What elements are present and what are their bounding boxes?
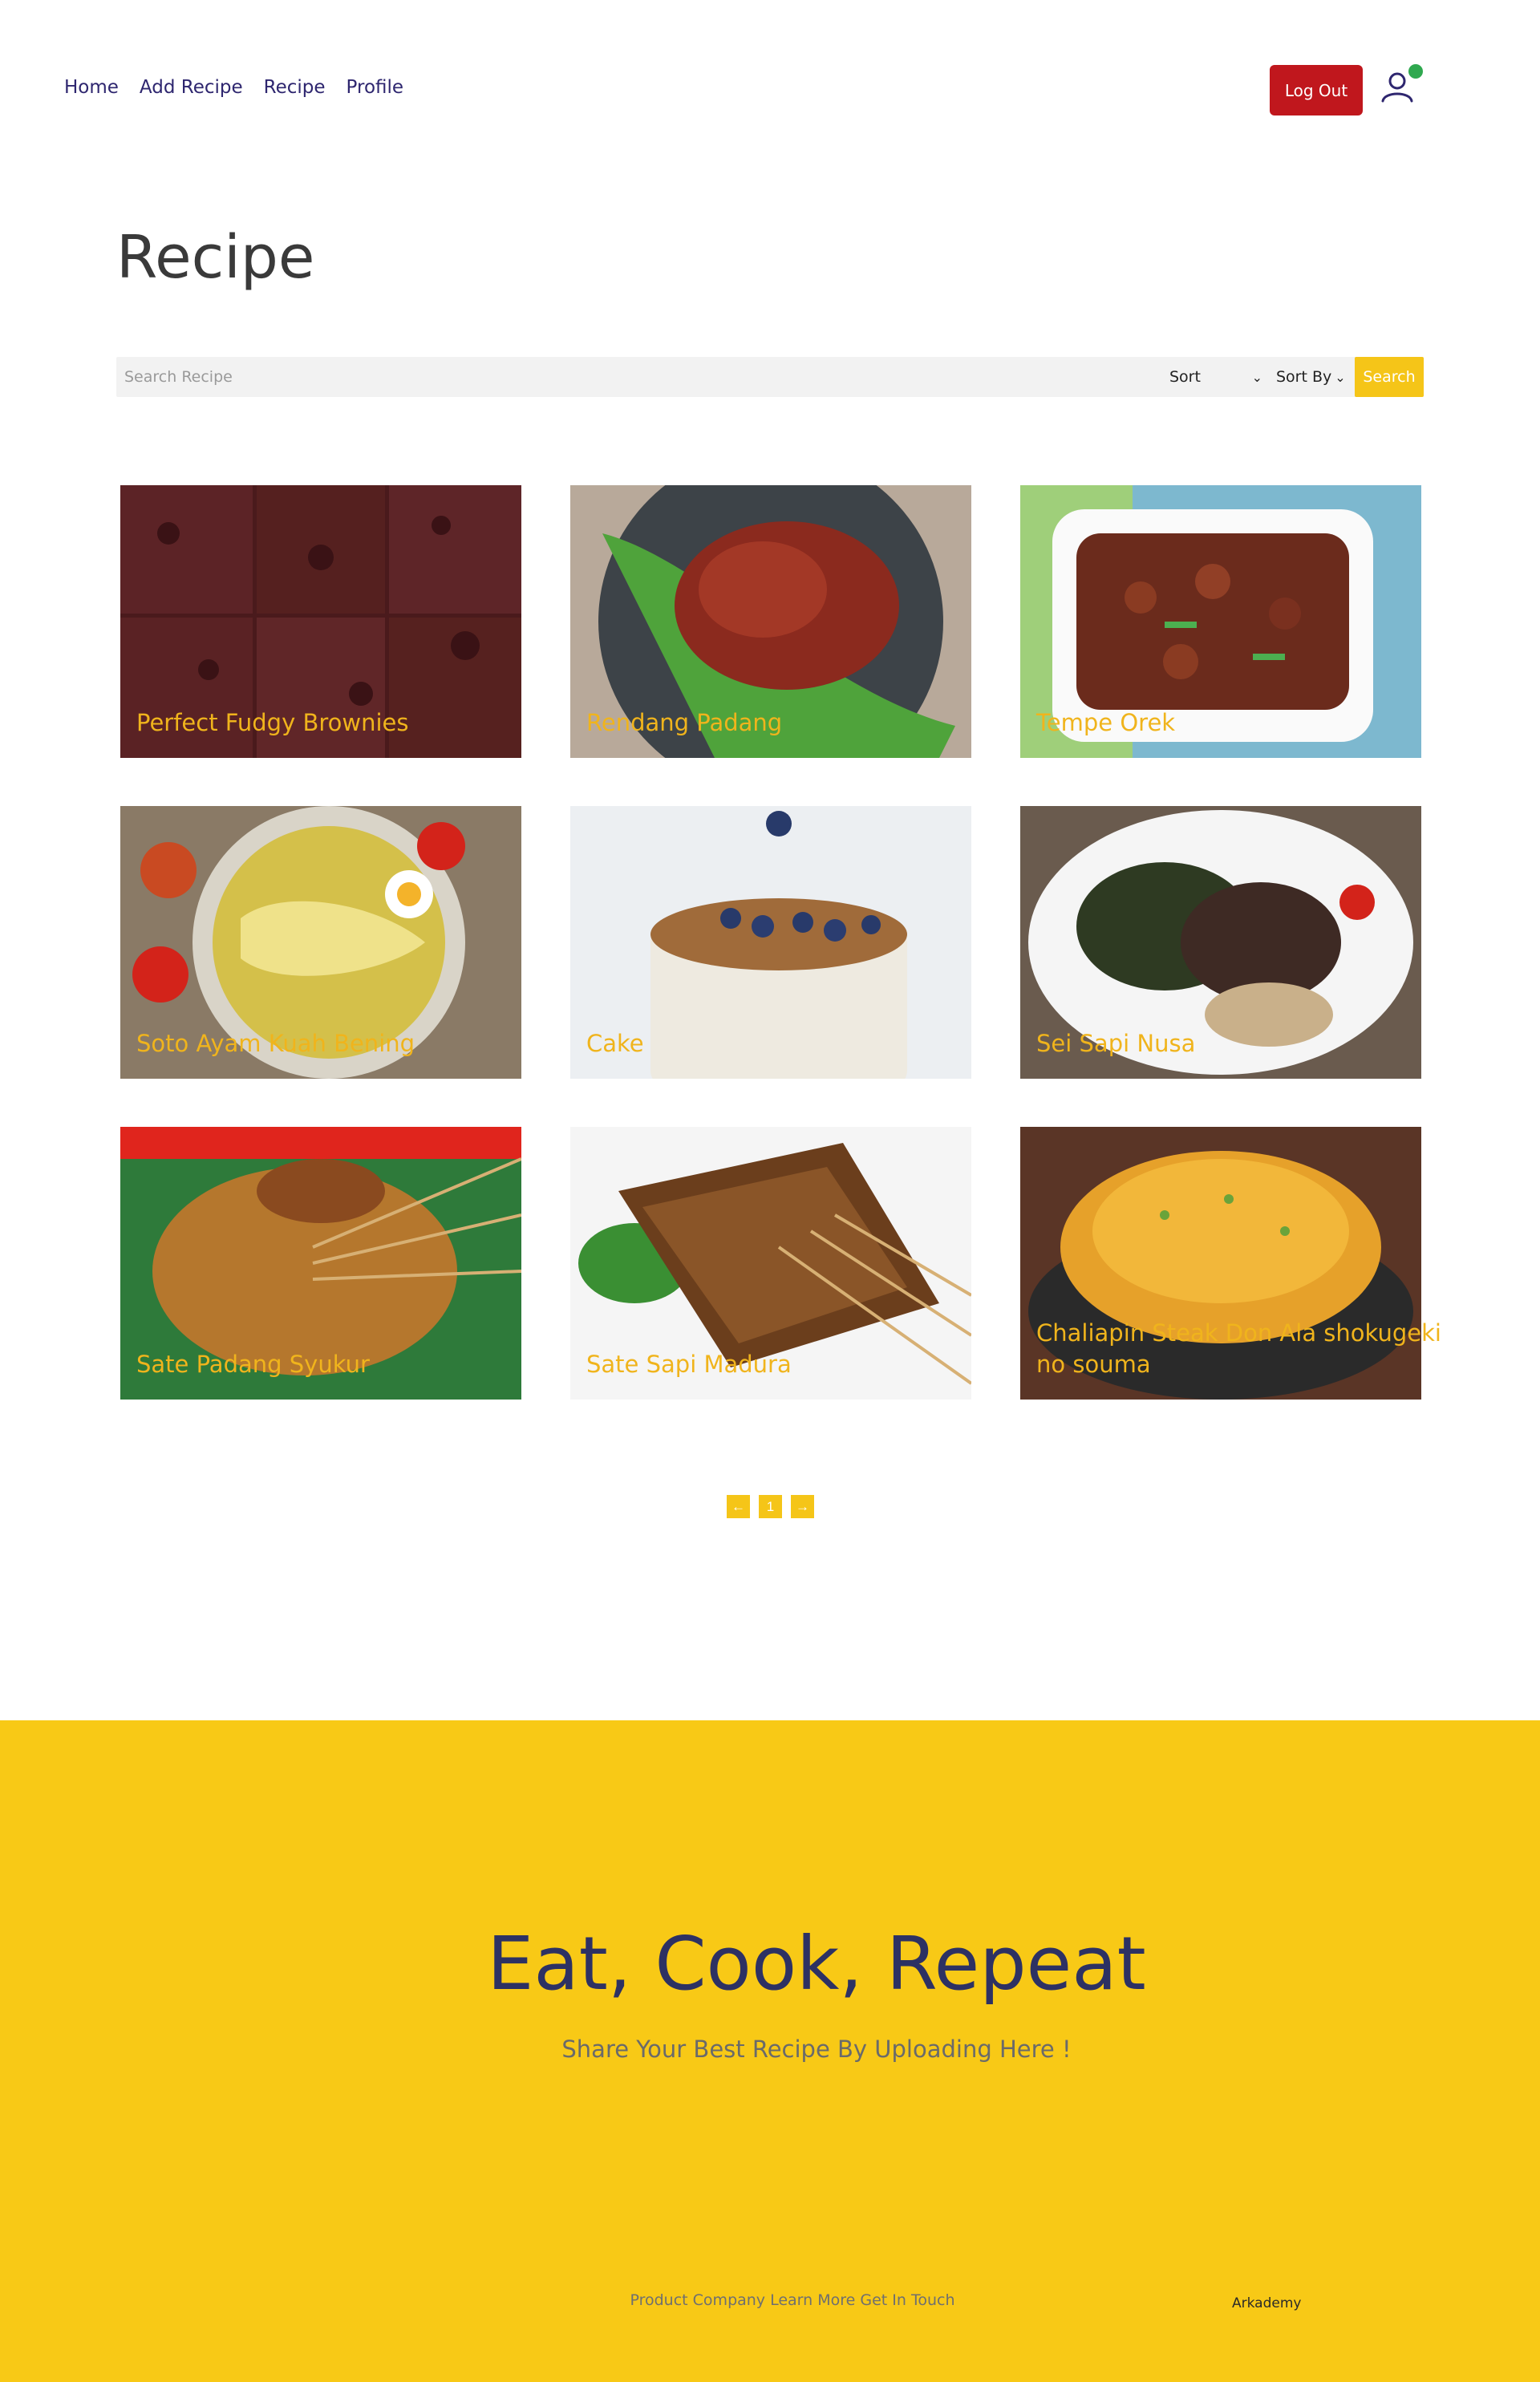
recipe-title: Sate Padang Syukur: [136, 1350, 370, 1378]
pagination: ← 1 →: [727, 1495, 814, 1518]
recipe-card[interactable]: Cake: [570, 806, 971, 1079]
sort-by-select[interactable]: Sort By ⌄: [1271, 365, 1352, 389]
prev-page-button[interactable]: ←: [727, 1495, 750, 1518]
nav-link-home[interactable]: Home: [64, 77, 119, 98]
navbar: Home Add Recipe Recipe Profile Log Out: [0, 0, 1540, 184]
recipe-title: Chaliapin Steak Don Ala shokugeki no sou…: [1036, 1319, 1441, 1378]
page-title: Recipe: [116, 223, 315, 292]
footer-subtitle: Share Your Best Recipe By Uploading Here…: [561, 2036, 1072, 2063]
logout-button[interactable]: Log Out: [1270, 65, 1363, 115]
search-input[interactable]: [124, 357, 1127, 397]
recipe-title: Rendang Padang: [586, 708, 783, 736]
arrow-left-icon: ←: [732, 1498, 745, 1514]
footer: Eat, Cook, Repeat Share Your Best Recipe…: [0, 1720, 1540, 2382]
recipe-card[interactable]: Tempe Orek: [1020, 485, 1421, 758]
recipe-title: Cake: [586, 1029, 644, 1057]
recipe-title: Soto Ayam Kuah Bening: [136, 1029, 415, 1057]
nav-link-profile[interactable]: Profile: [346, 77, 404, 98]
recipe-title: Tempe Orek: [1036, 708, 1176, 736]
chevron-down-icon: ⌄: [1251, 369, 1262, 385]
search-button[interactable]: Search: [1355, 357, 1424, 397]
next-page-button[interactable]: →: [791, 1495, 814, 1518]
recipe-card[interactable]: Sate Padang Syukur: [120, 1127, 521, 1400]
sort-select-label: Sort: [1169, 368, 1201, 386]
recipe-card[interactable]: Rendang Padang: [570, 485, 971, 758]
nav-link-add-recipe[interactable]: Add Recipe: [140, 77, 243, 98]
recipe-card[interactable]: Soto Ayam Kuah Bening: [120, 806, 521, 1079]
recipe-grid: Perfect Fudgy Brownies Rendang Padang Te…: [120, 485, 1441, 1400]
search-bar: Sort ⌄ Sort By ⌄ Search: [116, 357, 1424, 397]
online-status-dot: [1408, 64, 1423, 79]
page-number-button[interactable]: 1: [759, 1495, 782, 1518]
footer-links[interactable]: Product Company Learn More Get In Touch: [0, 2291, 1540, 2309]
footer-title: Eat, Cook, Repeat: [487, 1921, 1146, 2007]
user-profile-button[interactable]: [1380, 64, 1423, 104]
chevron-down-icon: ⌄: [1335, 369, 1346, 385]
nav-links: Home Add Recipe Recipe Profile: [64, 77, 403, 98]
recipe-card[interactable]: Sate Sapi Madura: [570, 1127, 971, 1400]
recipe-card[interactable]: Sei Sapi Nusa: [1020, 806, 1421, 1079]
recipe-title: Sei Sapi Nusa: [1036, 1029, 1196, 1057]
recipe-title: Sate Sapi Madura: [586, 1350, 792, 1378]
footer-brand: Arkademy: [1232, 2295, 1302, 2311]
sort-by-select-label: Sort By: [1276, 368, 1332, 386]
recipe-card[interactable]: Chaliapin Steak Don Ala shokugeki no sou…: [1020, 1127, 1441, 1400]
arrow-right-icon: →: [796, 1498, 809, 1514]
nav-link-recipe[interactable]: Recipe: [264, 77, 326, 98]
recipe-title: Perfect Fudgy Brownies: [136, 708, 409, 736]
recipe-card[interactable]: Perfect Fudgy Brownies: [120, 485, 521, 758]
sort-select[interactable]: Sort ⌄: [1163, 365, 1267, 389]
